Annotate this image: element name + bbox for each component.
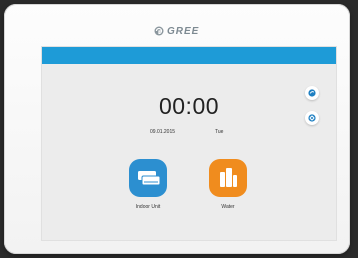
settings-gear-icon bbox=[308, 114, 316, 122]
thermostat-device: GREE 00:00 09.01.2015 Tue Indoor Unit Wa… bbox=[4, 4, 350, 254]
clock-time: 00:00 bbox=[158, 93, 220, 119]
date-row: 09.01.2015 Tue bbox=[42, 129, 336, 139]
date-text: 09.01.2015 bbox=[150, 129, 176, 135]
water-tank-icon bbox=[220, 168, 237, 187]
status-bar bbox=[42, 47, 336, 64]
indoor-unit-label: Indoor Unit bbox=[135, 204, 161, 210]
settings-button[interactable] bbox=[305, 111, 319, 125]
water-button[interactable] bbox=[209, 159, 247, 197]
mode-icon bbox=[308, 89, 316, 97]
indoor-unit-button[interactable] bbox=[129, 159, 167, 197]
water-label: Water bbox=[221, 204, 235, 210]
brand-name: GREE bbox=[167, 25, 200, 37]
touch-screen: 00:00 09.01.2015 Tue Indoor Unit Water bbox=[41, 46, 337, 241]
weekday-text: Tue bbox=[215, 129, 224, 135]
brand-logo: GREE bbox=[154, 24, 199, 38]
mode-button[interactable] bbox=[305, 86, 319, 100]
gree-logo-icon bbox=[154, 26, 164, 36]
indoor-unit-icon bbox=[138, 171, 161, 186]
